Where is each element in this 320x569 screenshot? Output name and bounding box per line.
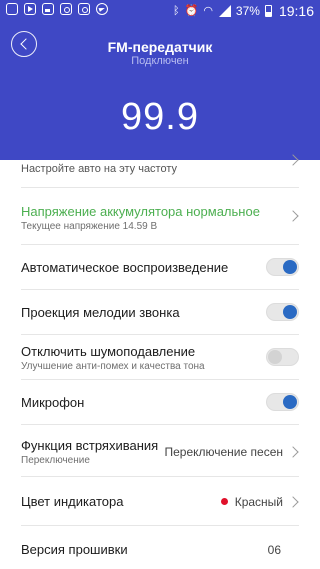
noise-reduction-row: Отключить шумоподавление Улучшение анти-… [21, 335, 299, 380]
status-bar: ᛒ ⏰ ◠ 37% 19:16 [0, 0, 320, 22]
set-car-frequency-subtitle: Настройте авто на эту частоту [21, 163, 178, 175]
auto-play-row: Автоматическое воспроизведение [21, 245, 299, 290]
connection-status: Подключен [131, 55, 189, 67]
ringtone-projection-toggle[interactable] [266, 303, 299, 321]
telegram-icon [96, 3, 108, 15]
instagram-icon [78, 3, 90, 15]
notification-icon [6, 3, 18, 15]
shake-function-subtitle: Переключение [21, 455, 90, 466]
firmware-value: 06 [267, 543, 281, 557]
indicator-color-value: Красный [234, 495, 283, 509]
battery-voltage-subtitle: Текущее напряжение 14.59 В [21, 221, 158, 232]
ringtone-projection-row: Проекция мелодии звонка [21, 290, 299, 335]
page-title: FM-передатчик [107, 39, 213, 55]
bluetooth-icon: ᛒ [173, 5, 180, 17]
frequency-display[interactable]: 99.9 [0, 96, 320, 139]
shake-function-title: Функция встряхивания [21, 438, 159, 453]
signal-icon [218, 5, 231, 17]
firmware-title: Версия прошивки [21, 542, 128, 557]
auto-play-toggle[interactable] [266, 258, 299, 276]
auto-play-title: Автоматическое воспроизведение [21, 260, 229, 275]
battery-percent: 37% [235, 4, 260, 18]
ringtone-projection-title: Проекция мелодии звонка [21, 305, 180, 320]
settings-list: Настройте авто на эту частоту Напряжение… [0, 154, 320, 569]
status-right-icons: ᛒ ⏰ ◠ 37% 19:16 [173, 3, 314, 19]
indicator-color-dot [221, 498, 228, 505]
youtube-icon [24, 3, 36, 15]
chevron-right-icon [287, 210, 299, 222]
chevron-right-icon [287, 496, 299, 508]
battery-icon [264, 5, 272, 17]
indicator-color-row[interactable]: Цвет индикатора Красный [21, 477, 299, 526]
set-car-frequency-row[interactable]: Настройте авто на эту частоту [21, 154, 299, 188]
indicator-color-title: Цвет индикатора [21, 494, 124, 509]
microphone-row: Микрофон [21, 380, 299, 425]
microphone-title: Микрофон [21, 395, 85, 410]
instagram-icon [60, 3, 72, 15]
chevron-right-icon [287, 446, 299, 458]
status-left-icons [6, 3, 108, 15]
header: FM-передатчик Подключен 99.9 [0, 22, 320, 160]
noise-reduction-title: Отключить шумоподавление [21, 344, 196, 359]
microphone-toggle[interactable] [266, 393, 299, 411]
clock: 19:16 [278, 3, 314, 19]
battery-voltage-row[interactable]: Напряжение аккумулятора нормальное Текущ… [21, 188, 299, 245]
firmware-row: Версия прошивки 06 [21, 526, 299, 569]
alarm-icon: ⏰ [184, 5, 199, 17]
noise-reduction-subtitle: Улучшение анти-помех и качества тона [21, 361, 205, 372]
battery-voltage-title: Напряжение аккумулятора нормальное [21, 204, 260, 219]
shake-function-row[interactable]: Функция встряхивания Переключение Перекл… [21, 425, 299, 477]
noise-reduction-toggle[interactable] [266, 348, 299, 366]
wifi-icon: ◠ [203, 5, 213, 17]
gallery-icon [42, 3, 54, 15]
shake-function-value: Переключение песен [164, 445, 283, 459]
